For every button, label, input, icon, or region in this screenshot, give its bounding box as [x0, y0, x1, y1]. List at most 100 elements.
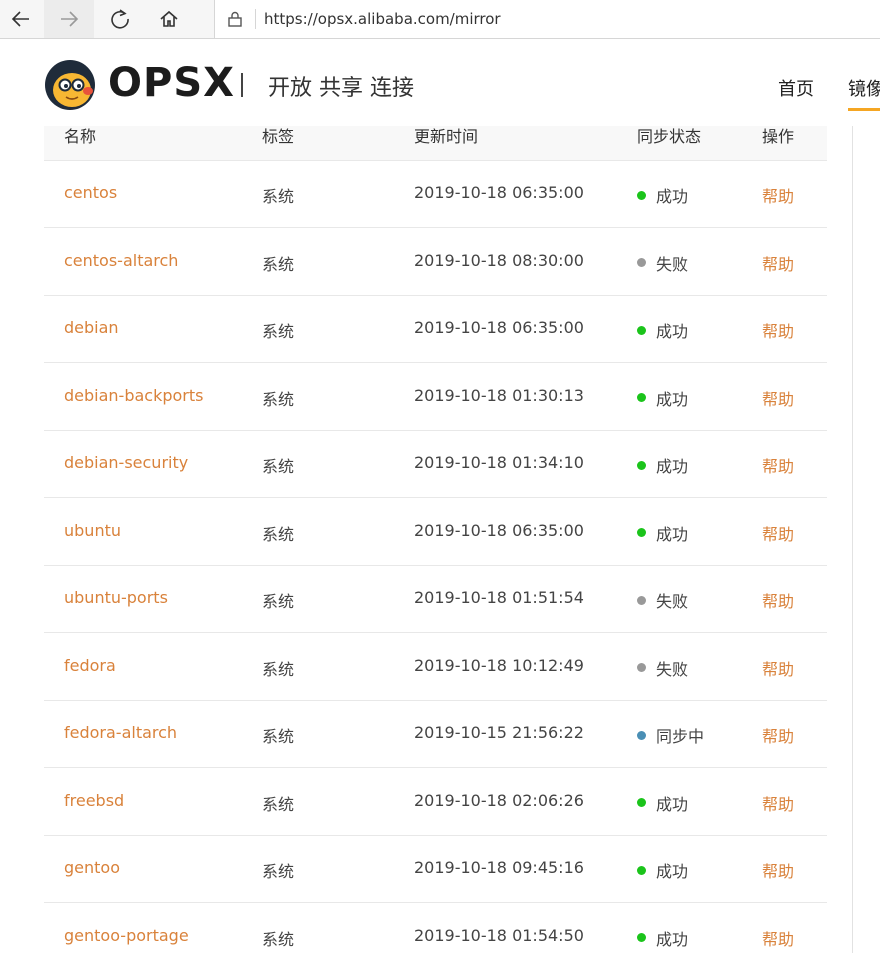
mirror-update-time: 2019-10-18 02:06:26 — [414, 790, 584, 810]
sync-status-label: 成功 — [656, 862, 689, 881]
sync-status-label: 成功 — [656, 187, 689, 206]
help-link[interactable]: 帮助 — [762, 858, 794, 882]
help-link[interactable]: 帮助 — [762, 251, 794, 275]
sync-status-label: 同步中 — [656, 727, 705, 746]
mirror-update-time: 2019-10-18 06:35:00 — [414, 318, 584, 337]
mirror-name-link[interactable]: centos-altarch — [64, 251, 178, 270]
sync-status: 成功 — [637, 791, 688, 815]
status-dot-icon — [637, 258, 646, 267]
help-link[interactable]: 帮助 — [762, 723, 794, 747]
status-dot-icon — [637, 528, 646, 537]
slogan: 开放 共享 连接 — [268, 76, 414, 101]
home-button[interactable] — [146, 0, 192, 38]
sync-status-label: 失败 — [656, 659, 689, 679]
mirror-tag: 系统 — [262, 254, 295, 274]
nav-mirror-link[interactable]: 镜像 — [848, 75, 880, 101]
help-link[interactable]: 帮助 — [762, 453, 794, 477]
sync-status-label: 失败 — [656, 592, 689, 611]
status-dot-icon — [637, 798, 646, 807]
arrow-right-icon — [61, 11, 79, 27]
arrow-left-icon — [11, 11, 29, 27]
mirror-name-link[interactable]: debian-backports — [64, 386, 203, 405]
mirror-name-link[interactable]: gentoo-portage — [64, 926, 189, 945]
mirror-update-time: 2019-10-18 01:54:50 — [414, 925, 584, 945]
mirror-tag: 系统 — [262, 322, 295, 341]
mirror-name-link[interactable]: gentoo — [64, 858, 120, 877]
mirror-name-link[interactable]: debian — [64, 318, 119, 337]
table-row: ubuntu-ports 系统 2019-10-18 01:51:54 失败 帮助 — [44, 565, 827, 633]
sync-status-label: 成功 — [656, 457, 689, 476]
address-separator — [255, 9, 256, 29]
table-row: freebsd 系统 2019-10-18 02:06:26 成功 帮助 — [44, 768, 827, 836]
help-link[interactable]: 帮助 — [762, 521, 794, 545]
status-dot-icon — [637, 325, 646, 335]
help-link[interactable]: 帮助 — [762, 588, 794, 612]
sync-status: 成功 — [637, 858, 688, 882]
status-dot-icon — [637, 865, 646, 875]
help-link[interactable]: 帮助 — [762, 386, 794, 410]
mirror-name-link[interactable]: centos — [64, 183, 117, 202]
mirror-update-time: 2019-10-18 01:30:13 — [414, 385, 584, 405]
sync-status-label: 成功 — [656, 322, 689, 341]
back-button[interactable] — [0, 0, 42, 38]
column-header-status: 同步状态 — [637, 127, 702, 146]
help-link[interactable]: 帮助 — [762, 656, 794, 680]
table-row: gentoo 系统 2019-10-18 09:45:16 成功 帮助 — [44, 835, 827, 903]
mirror-tag: 系统 — [262, 794, 295, 814]
mirror-update-time: 2019-10-18 10:12:49 — [414, 655, 584, 675]
table-row: fedora 系统 2019-10-18 10:12:49 失败 帮助 — [44, 633, 827, 701]
mirror-name-link[interactable]: ubuntu — [64, 521, 121, 540]
column-header-action: 操作 — [762, 127, 795, 146]
column-header-name: 名称 — [64, 127, 97, 146]
mirror-tag: 系统 — [262, 727, 295, 746]
status-dot-icon — [637, 595, 646, 605]
table-row: ubuntu 系统 2019-10-18 06:35:00 成功 帮助 — [44, 498, 827, 566]
mirror-update-time: 2019-10-18 01:51:54 — [414, 588, 584, 607]
refresh-icon — [111, 9, 129, 29]
mirror-tag: 系统 — [262, 659, 295, 679]
address-bar[interactable]: https://opsx.alibaba.com/mirror — [214, 0, 880, 38]
table-row: debian-security 系统 2019-10-18 01:34:10 成功 帮助 — [44, 430, 827, 498]
mirror-update-time: 2019-10-18 09:45:16 — [414, 858, 584, 877]
nav-home-link[interactable]: 首页 — [778, 75, 814, 101]
mascot-logo[interactable] — [44, 59, 96, 111]
mirror-update-time: 2019-10-18 06:35:00 — [414, 183, 584, 202]
sync-status-label: 成功 — [656, 524, 689, 544]
mirror-name-link[interactable]: fedora-altarch — [64, 723, 177, 742]
sync-status-label: 成功 — [656, 929, 689, 949]
mirror-tag: 系统 — [262, 929, 295, 949]
table-row: debian-backports 系统 2019-10-18 01:30:13 成功 帮… — [44, 363, 827, 431]
sync-status: 成功 — [637, 183, 688, 207]
column-header-tag: 标签 — [262, 127, 295, 146]
status-dot-icon — [637, 933, 646, 942]
mirror-name-link[interactable]: debian-security — [64, 453, 188, 472]
help-link[interactable]: 帮助 — [762, 791, 794, 815]
mirror-tag: 系统 — [262, 524, 295, 544]
lock-icon — [215, 11, 255, 27]
sync-status-label: 成功 — [656, 794, 689, 814]
status-dot-icon — [637, 730, 646, 740]
status-dot-icon — [637, 190, 646, 200]
mirror-tag: 系统 — [262, 457, 295, 476]
header-divider — [241, 73, 243, 97]
sync-status: 成功 — [637, 453, 688, 477]
mirror-name-link[interactable]: fedora — [64, 656, 116, 675]
sync-status: 失败 — [637, 588, 688, 612]
brand-name[interactable]: OPSX — [108, 60, 235, 106]
refresh-button[interactable] — [96, 0, 144, 38]
sync-status: 成功 — [637, 521, 688, 545]
sync-status-label: 失败 — [656, 254, 689, 274]
mirror-update-time: 2019-10-15 21:56:22 — [414, 723, 584, 742]
url-text[interactable]: https://opsx.alibaba.com/mirror — [264, 10, 501, 28]
mirror-update-time: 2019-10-18 06:35:00 — [414, 520, 584, 540]
sync-status-label: 成功 — [656, 389, 689, 409]
forward-button[interactable] — [44, 0, 94, 38]
mirror-name-link[interactable]: ubuntu-ports — [64, 588, 168, 607]
help-link[interactable]: 帮助 — [762, 318, 794, 342]
help-link[interactable]: 帮助 — [762, 183, 794, 207]
mirror-tag: 系统 — [262, 862, 295, 881]
help-link[interactable]: 帮助 — [762, 926, 794, 950]
mirror-name-link[interactable]: freebsd — [64, 791, 124, 810]
mirror-tag: 系统 — [262, 187, 295, 206]
mirror-tag: 系统 — [262, 592, 295, 611]
